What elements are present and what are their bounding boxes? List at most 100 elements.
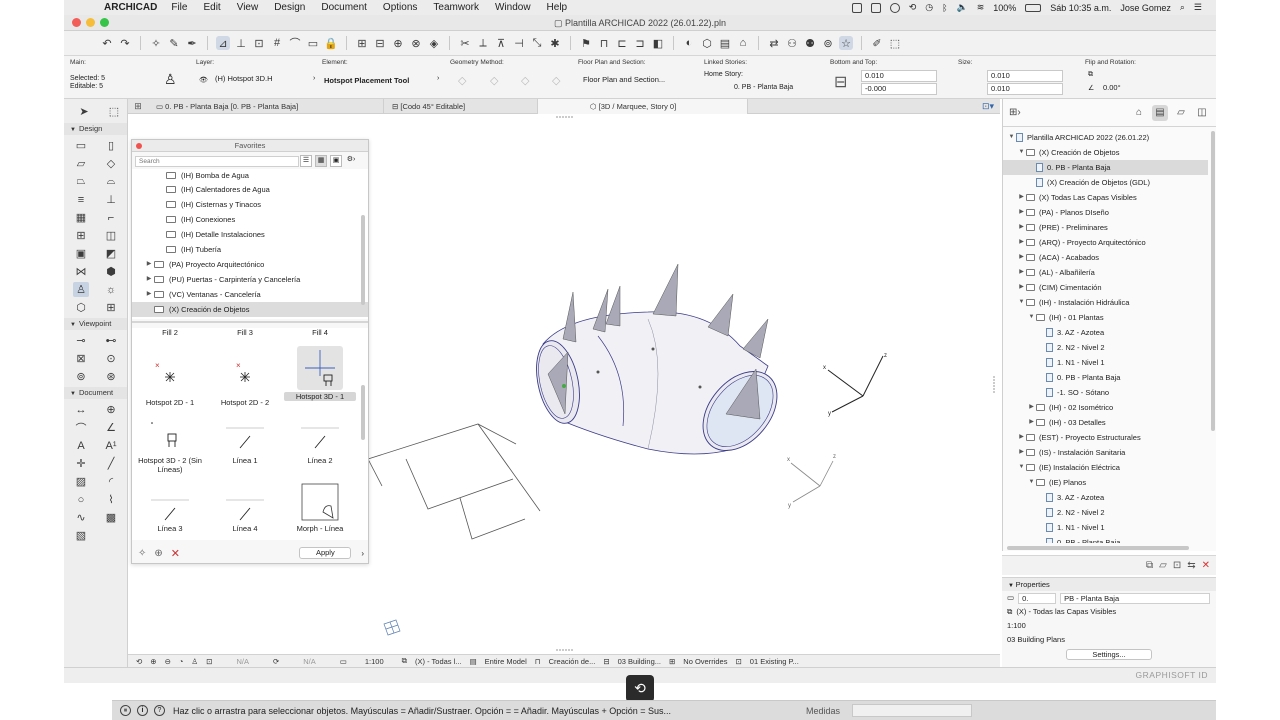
nav-item[interactable]: ▼ (IE) Planos xyxy=(1003,475,1208,490)
nav-item[interactable]: ▼ (IH) - 01 Plantas xyxy=(1003,310,1208,325)
tab-3d[interactable]: ⬡ [3D / Marquee, Story 0] xyxy=(538,98,748,114)
menu-window[interactable]: Window xyxy=(495,2,531,13)
redefine-view-icon[interactable]: ⇆ xyxy=(1187,560,1195,571)
publisher-sets-icon[interactable]: ◫ xyxy=(1194,105,1210,121)
zoom-in-icon[interactable]: ⊕ xyxy=(150,657,156,666)
nav-item[interactable]: ▼ (IH) - Instalación Hidráulica xyxy=(1003,295,1208,310)
fill-tool-icon[interactable]: ▨ xyxy=(73,474,89,489)
angle-value[interactable]: N/A xyxy=(303,657,316,666)
tree-item[interactable]: (IH) Cisternas y Tinacos xyxy=(132,197,368,212)
redo-icon[interactable]: ↷ xyxy=(118,36,132,50)
menu-document[interactable]: Document xyxy=(321,2,367,13)
element-name[interactable]: Hotspot Placement Tool xyxy=(324,76,409,85)
section-icon[interactable]: ⊏ xyxy=(615,36,629,50)
window-tool-icon[interactable]: ⊞ xyxy=(73,228,89,243)
delete-view-icon[interactable]: ✕ xyxy=(1202,560,1210,571)
favorite-item[interactable]: Fill 3 xyxy=(209,328,281,337)
favorites-titlebar[interactable]: Favorites xyxy=(132,140,368,152)
trim-icon[interactable]: ⊣ xyxy=(512,36,526,50)
expand-icon[interactable]: ▶ xyxy=(1017,220,1026,235)
menu-design[interactable]: Design xyxy=(274,2,305,13)
model-view-icon[interactable]: ⊞ xyxy=(355,36,369,50)
nav-item[interactable]: ▶ (ACA) - Acabados xyxy=(1003,250,1208,265)
tree-item[interactable]: (IH) Detalle Instalaciones xyxy=(132,227,368,242)
intersect-icon[interactable]: ⊼ xyxy=(494,36,508,50)
layer-select[interactable]: (H) Hotspot 3D.H xyxy=(212,74,308,84)
time-machine-icon[interactable]: ⟲ xyxy=(909,2,917,13)
user-name[interactable]: Jose Gomez xyxy=(1120,3,1171,13)
tab-floor-plan[interactable]: ▭ 0. PB - Planta Baja [0. PB - Planta Ba… xyxy=(148,98,384,114)
roof-tool-icon[interactable]: ⏢ xyxy=(73,174,89,189)
wall-end-icon[interactable]: ⊐ xyxy=(633,36,647,50)
favorite-item[interactable]: × Hotspot 2D - 2 xyxy=(209,352,281,407)
floor-plan-icon[interactable]: ▤ xyxy=(718,36,732,50)
menu-options[interactable]: Options xyxy=(383,2,417,13)
align-icon[interactable]: ⊕ xyxy=(391,36,405,50)
delete-favorite-icon[interactable]: ✕ xyxy=(171,547,180,560)
hotspot-tool-icon[interactable]: ✛ xyxy=(73,456,89,471)
favorites-star-icon[interactable]: ☆ xyxy=(839,36,853,50)
favorite-item[interactable]: × Hotspot 2D - 1 xyxy=(134,352,206,407)
guide-lines-icon[interactable]: ⊥ xyxy=(234,36,248,50)
expand-icon[interactable]: ▶ xyxy=(144,257,154,272)
save-view-icon[interactable]: ⊡ xyxy=(1173,560,1181,571)
medidas-field[interactable] xyxy=(852,704,972,717)
nav-item[interactable]: ▶ (X) Todas Las Capas Visibles xyxy=(1003,190,1208,205)
rotation-icon[interactable]: ∠ xyxy=(1088,84,1094,92)
polyline-tool-icon[interactable]: ⌇ xyxy=(103,492,119,507)
undo-zoom-icon[interactable]: ⟲ xyxy=(136,657,142,666)
nav-item[interactable]: 3. AZ - Azotea xyxy=(1003,490,1208,505)
top-height-field[interactable]: 0.010 xyxy=(861,70,937,82)
railing-tool-icon[interactable]: ⊥ xyxy=(103,192,119,207)
clock[interactable]: Sáb 10:35 a.m. xyxy=(1050,3,1111,13)
zone-tool-icon[interactable]: ▣ xyxy=(73,246,89,261)
teamwork-icon[interactable]: ⇄ xyxy=(767,36,781,50)
renovation-value[interactable]: 01 Existing P... xyxy=(750,657,799,666)
door-tool-icon[interactable]: ⌐ xyxy=(103,210,119,225)
morph-tool-icon[interactable]: ⬢ xyxy=(103,264,119,279)
expand-icon[interactable]: ▼ xyxy=(1017,145,1026,160)
tree-item[interactable]: ▶ (PA) Proyecto Arquitectónico xyxy=(132,257,368,272)
geometry-poly-icon[interactable]: ◇ xyxy=(521,74,529,87)
nav-item[interactable]: -1. SO - Sótano xyxy=(1003,385,1208,400)
nav-item[interactable]: ▶ (IS) - Instalación Sanitaria xyxy=(1003,445,1208,460)
nav-item[interactable]: ▼ (X) Creación de Objetos xyxy=(1003,145,1208,160)
nav-item[interactable]: ▶ (AL) - Albañilería xyxy=(1003,265,1208,280)
volume-icon[interactable]: 🔈 xyxy=(957,2,968,13)
favorites-tree-scrollbar[interactable] xyxy=(361,215,365,305)
tab-menu-icon[interactable]: ⊡▾ xyxy=(982,101,994,112)
eye-icon[interactable]: 👁 xyxy=(199,76,208,84)
favorite-item[interactable]: Línea 2 xyxy=(284,424,356,465)
dimension-tool-icon[interactable]: ↔ xyxy=(73,402,89,417)
tree-item[interactable]: ▶ (PU) Puertas - Carpintería y Cancelería xyxy=(132,272,368,287)
expand-icon[interactable]: ▶ xyxy=(1017,265,1026,280)
menu-file[interactable]: File xyxy=(171,2,187,13)
tree-view-icon[interactable]: ▦ xyxy=(315,155,327,167)
orbit-icon[interactable]: ◔ xyxy=(179,657,184,666)
help-icon[interactable]: ? xyxy=(154,705,165,716)
favorites-search-input[interactable] xyxy=(135,156,299,167)
lamp-tool-icon[interactable]: ☼ xyxy=(103,282,119,297)
layout-book-icon[interactable]: ▱ xyxy=(1173,105,1189,121)
element-chevron-icon[interactable]: › xyxy=(437,75,439,82)
elevation-tool-icon[interactable]: ⊷ xyxy=(103,333,119,348)
bluetooth-icon[interactable]: ᛒ xyxy=(942,3,947,13)
nav-item[interactable]: 2. N2 - Nivel 2 xyxy=(1003,340,1208,355)
expand-icon[interactable]: ▼ xyxy=(1017,295,1026,310)
flip-icon[interactable]: ⧉ xyxy=(1088,71,1093,79)
pick-up-icon[interactable]: ✎ xyxy=(167,36,181,50)
solid-operations-icon[interactable]: ◧ xyxy=(651,36,665,50)
menu-teamwork[interactable]: Teamwork xyxy=(433,2,479,13)
hotspot-tool-icon[interactable]: ♙ xyxy=(164,71,177,88)
expand-icon[interactable]: ▶ xyxy=(1017,190,1026,205)
property-layer-row[interactable]: ⧉ (X) - Todas las Capas Visibles xyxy=(1002,605,1216,619)
properties-collapse-icon[interactable]: ▼ xyxy=(1008,583,1016,589)
tree-item[interactable]: (IH) Bomba de Agua xyxy=(132,169,368,182)
rotation-field[interactable]: 0.00° xyxy=(1100,83,1172,93)
zoom-out-icon[interactable]: ⊖ xyxy=(165,657,171,666)
navigator-horizontal-scrollbar[interactable] xyxy=(1007,546,1189,550)
navigator-options-icon[interactable]: ⊞› xyxy=(1009,107,1021,118)
walk-icon[interactable]: ♙ xyxy=(191,657,198,666)
favorite-item[interactable]: Fill 2 xyxy=(134,328,206,337)
users-icon[interactable]: ⚇ xyxy=(785,36,799,50)
